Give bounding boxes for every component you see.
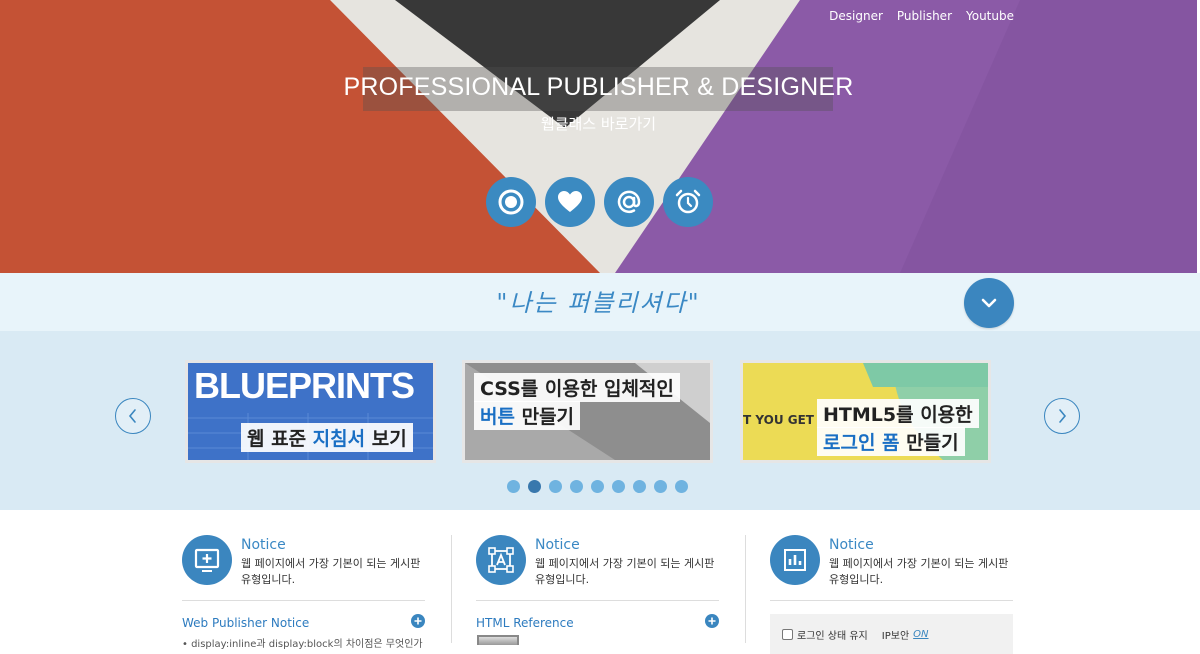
caption-part: 만들기 bbox=[514, 406, 575, 428]
pagination-dot[interactable] bbox=[507, 480, 520, 493]
login-options: 로그인 상태 유지 IP보안 ON bbox=[782, 627, 929, 642]
slide-tagline: T YOU GET bbox=[743, 413, 814, 427]
hero-banner: Designer Publisher Youtube PROFESSIONAL … bbox=[0, 0, 1200, 273]
column-description: 웹 페이지에서 가장 기본이 되는 게시판 유형입니다. bbox=[535, 557, 715, 586]
slide-caption: 웹 표준 지침서 보기 bbox=[241, 423, 413, 452]
slider: BLUEPRINTS 웹 표준 지침서 보기 CSS를 이용한 입체적인 버튼 … bbox=[0, 331, 1200, 510]
pagination-dot[interactable] bbox=[591, 480, 604, 493]
pagination-dot[interactable] bbox=[528, 480, 541, 493]
keep-login-checkbox[interactable] bbox=[782, 629, 793, 640]
nav-youtube[interactable]: Youtube bbox=[966, 9, 1014, 23]
slogan-text: "나는 퍼블리셔다" bbox=[496, 289, 701, 317]
slide-caption-line1: CSS를 이용한 입체적인 bbox=[474, 373, 680, 402]
target-icon[interactable] bbox=[486, 177, 536, 227]
hero-background bbox=[0, 0, 1200, 273]
caption-highlight: 로그인 폼 bbox=[823, 432, 900, 454]
pagination-dot[interactable] bbox=[549, 480, 562, 493]
divider bbox=[182, 600, 425, 601]
pagination-dot[interactable] bbox=[612, 480, 625, 493]
scroll-down-button[interactable] bbox=[964, 278, 1014, 328]
slide-caption-line1: HTML5를 이용한 bbox=[817, 399, 979, 428]
column-title: Notice bbox=[829, 537, 874, 553]
column-title: Notice bbox=[535, 537, 580, 553]
slogan-band: "나는 퍼블리셔다" bbox=[0, 273, 1200, 331]
divider bbox=[476, 600, 719, 601]
slider-next-button[interactable] bbox=[1044, 398, 1080, 434]
pagination-dot[interactable] bbox=[654, 480, 667, 493]
ip-security-toggle[interactable]: ON bbox=[913, 629, 928, 640]
hero-title: PROFESSIONAL PUBLISHER & DESIGNER bbox=[343, 73, 854, 101]
slide-caption-line2: 버튼 만들기 bbox=[474, 401, 581, 430]
hero-icon-group bbox=[486, 177, 713, 227]
top-nav: Designer Publisher Youtube bbox=[829, 9, 1014, 23]
bar-chart-icon bbox=[770, 535, 820, 585]
pagination-dot[interactable] bbox=[570, 480, 583, 493]
pagination-dot[interactable] bbox=[633, 480, 646, 493]
slide-html5-login[interactable]: T YOU GET HTML5를 이용한 로그인 폼 만들기 bbox=[740, 360, 991, 463]
pagination-dot[interactable] bbox=[675, 480, 688, 493]
divider bbox=[770, 600, 1013, 601]
column-description: 웹 페이지에서 가장 기본이 되는 게시판 유형입니다. bbox=[241, 557, 421, 586]
caption-highlight: 지침서 bbox=[312, 428, 366, 450]
slider-prev-button[interactable] bbox=[115, 398, 151, 434]
more-plus-icon[interactable] bbox=[411, 614, 425, 628]
more-plus-icon[interactable] bbox=[705, 614, 719, 628]
alarm-clock-icon[interactable] bbox=[663, 177, 713, 227]
ip-security-label: IP보안 bbox=[881, 631, 910, 642]
slide-caption-line2: 로그인 폼 만들기 bbox=[817, 427, 965, 456]
slider-pagination bbox=[507, 480, 688, 493]
keep-login-label: 로그인 상태 유지 bbox=[797, 631, 868, 642]
column-divider bbox=[451, 535, 452, 643]
slide-3d-button[interactable]: CSS를 이용한 입체적인 버튼 만들기 bbox=[462, 360, 713, 463]
plus-box-icon bbox=[182, 535, 232, 585]
column-description: 웹 페이지에서 가장 기본이 되는 게시판 유형입니다. bbox=[829, 557, 1009, 586]
nav-designer[interactable]: Designer bbox=[829, 9, 883, 23]
chevron-right-icon bbox=[1059, 409, 1067, 423]
column-divider bbox=[745, 535, 746, 643]
caption-highlight: 버튼 bbox=[480, 406, 515, 428]
blueprints-banner: BLUEPRINTS bbox=[194, 365, 415, 406]
html-reference-link[interactable]: HTML Reference bbox=[476, 616, 574, 630]
heart-icon[interactable] bbox=[545, 177, 595, 227]
web-publisher-notice-link[interactable]: Web Publisher Notice bbox=[182, 616, 309, 630]
text-frame-icon bbox=[476, 535, 526, 585]
nav-publisher[interactable]: Publisher bbox=[897, 9, 952, 23]
caption-part: 웹 표준 bbox=[247, 428, 313, 450]
chevron-down-icon bbox=[981, 298, 997, 308]
reference-thumbnail[interactable] bbox=[477, 635, 519, 645]
at-icon[interactable] bbox=[604, 177, 654, 227]
slide-web-standards[interactable]: BLUEPRINTS 웹 표준 지침서 보기 bbox=[185, 360, 436, 463]
caption-part: 보기 bbox=[365, 428, 407, 450]
column-title: Notice bbox=[241, 537, 286, 553]
chevron-left-icon bbox=[128, 409, 136, 423]
caption-part: 만들기 bbox=[899, 432, 959, 454]
webclass-link[interactable]: 웹클래스 바로가기 bbox=[0, 113, 1197, 134]
